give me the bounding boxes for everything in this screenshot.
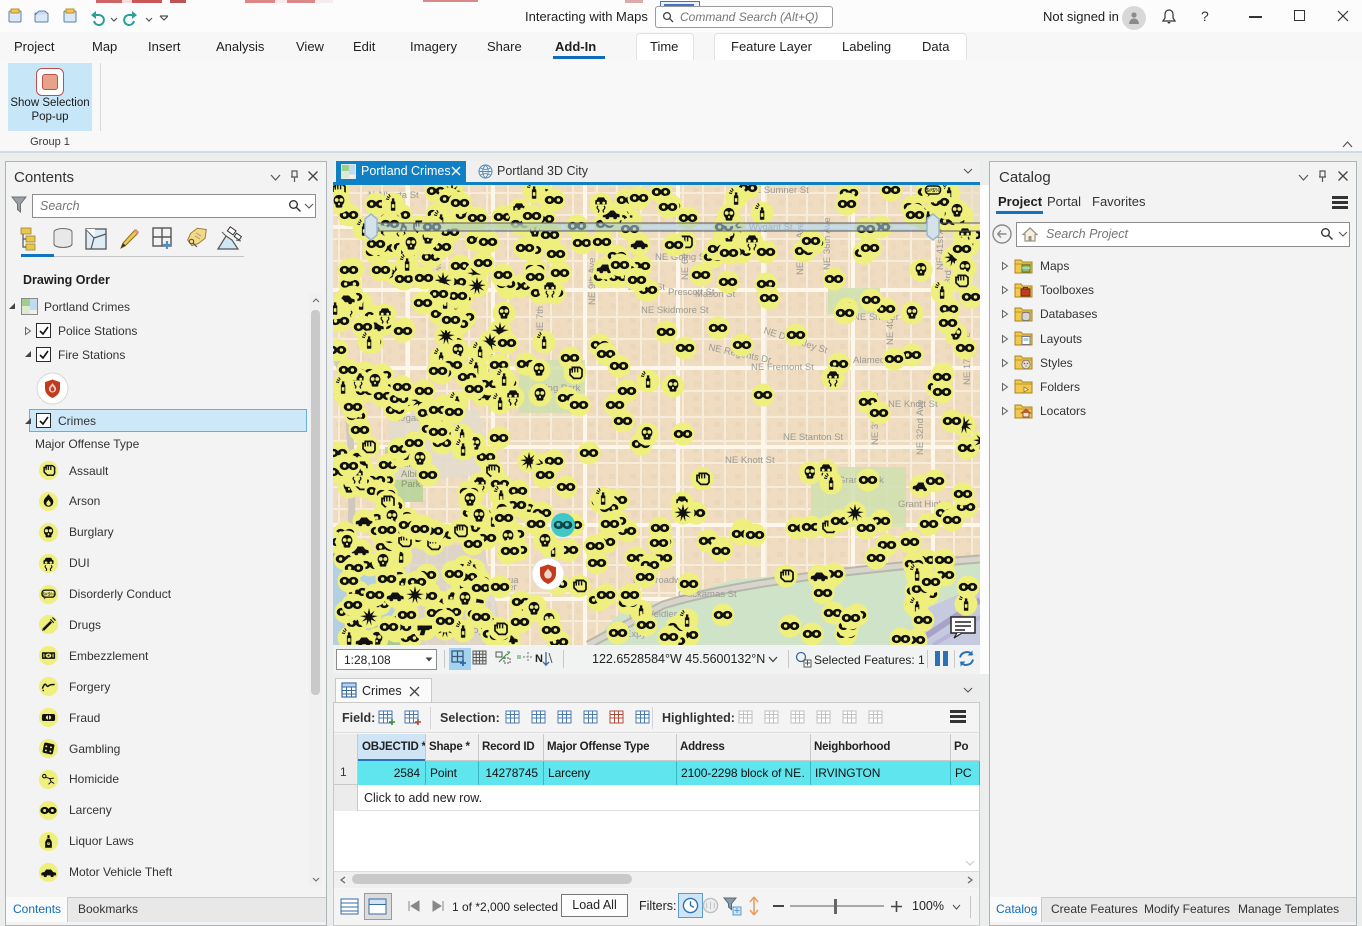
svg-text:NE Fremont St: NE Fremont St (751, 362, 814, 373)
svg-text:NE Knott St: NE Knott St (888, 399, 938, 410)
svg-text:NE Knott St: NE Knott St (725, 455, 775, 466)
svg-text:Park: Park (401, 479, 421, 490)
svg-text:NE Skidmore St: NE Skidmore St (641, 305, 709, 316)
svg-text:N: N (535, 653, 543, 665)
svg-text:NE Stanton St: NE Stanton St (783, 432, 844, 443)
svg-text:NE 32nd Ave: NE 32nd Ave (915, 400, 926, 455)
